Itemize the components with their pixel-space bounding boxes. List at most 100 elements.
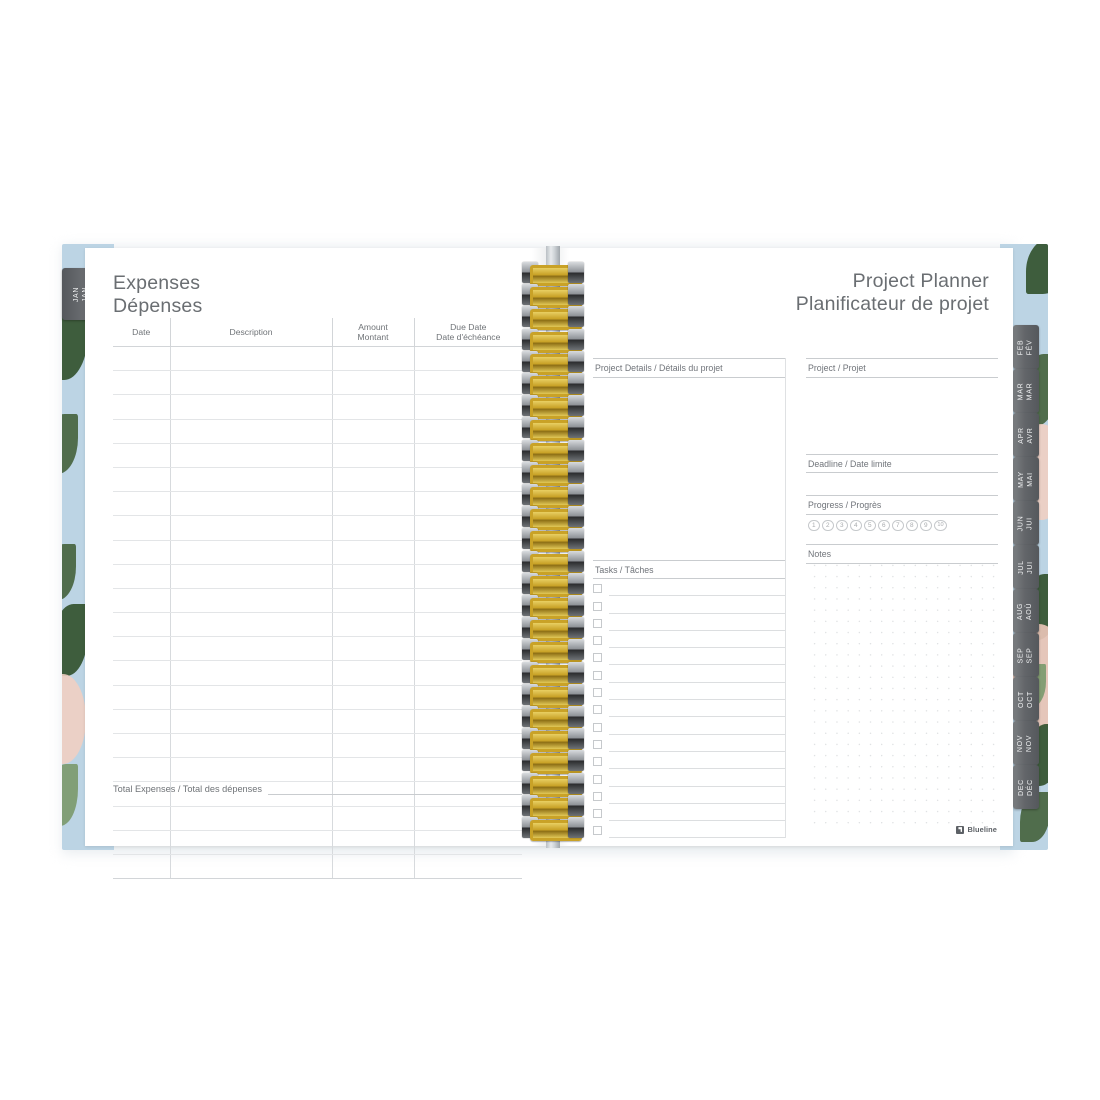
- month-tab-apr[interactable]: APR AVR: [1013, 413, 1039, 457]
- task-write-line[interactable]: [609, 581, 785, 597]
- notes-dot-grid-area[interactable]: [806, 563, 998, 826]
- table-cell[interactable]: [414, 709, 522, 735]
- table-cell[interactable]: [113, 685, 171, 710]
- table-row[interactable]: [113, 660, 522, 686]
- progress-step-4[interactable]: 4: [850, 519, 862, 531]
- progress-step-8[interactable]: 8: [906, 519, 918, 531]
- task-write-line[interactable]: [609, 599, 785, 614]
- table-cell[interactable]: [332, 612, 415, 638]
- task-checkbox[interactable]: [593, 826, 602, 836]
- table-cell[interactable]: [170, 733, 333, 759]
- table-cell[interactable]: [113, 733, 171, 759]
- table-row[interactable]: [113, 588, 522, 614]
- table-cell[interactable]: [332, 733, 415, 759]
- task-row[interactable]: [593, 648, 785, 666]
- table-cell[interactable]: [170, 588, 333, 614]
- table-cell[interactable]: [170, 394, 333, 420]
- table-cell[interactable]: [414, 346, 522, 372]
- table-cell[interactable]: [332, 830, 415, 855]
- task-checkbox[interactable]: [593, 670, 602, 680]
- table-cell[interactable]: [113, 419, 171, 444]
- progress-step-6[interactable]: 6: [878, 519, 890, 531]
- table-cell[interactable]: [170, 540, 333, 565]
- task-row[interactable]: [593, 821, 785, 839]
- task-write-line[interactable]: [609, 772, 785, 787]
- table-cell[interactable]: [170, 806, 333, 831]
- table-cell[interactable]: [332, 443, 415, 468]
- table-row[interactable]: [113, 612, 522, 638]
- table-cell[interactable]: [414, 443, 522, 468]
- task-row[interactable]: [593, 717, 785, 735]
- project-details-write-area[interactable]: [593, 378, 785, 560]
- table-cell[interactable]: [170, 346, 333, 372]
- table-cell[interactable]: [332, 854, 415, 880]
- table-cell[interactable]: [170, 709, 333, 735]
- table-cell[interactable]: [332, 346, 415, 372]
- month-tab-jul[interactable]: JUL JUI: [1013, 545, 1039, 589]
- table-cell[interactable]: [170, 564, 333, 589]
- table-cell[interactable]: [414, 540, 522, 565]
- task-checkbox[interactable]: [593, 618, 602, 628]
- table-row[interactable]: [113, 733, 522, 759]
- table-row[interactable]: [113, 346, 522, 372]
- table-cell[interactable]: [113, 636, 171, 662]
- task-write-line[interactable]: [609, 823, 785, 839]
- table-cell[interactable]: [414, 612, 522, 638]
- task-write-line[interactable]: [609, 616, 785, 631]
- progress-step-5[interactable]: 5: [864, 519, 876, 531]
- table-cell[interactable]: [414, 660, 522, 686]
- task-row[interactable]: [593, 700, 785, 718]
- month-tab-oct[interactable]: OCT OCT: [1013, 677, 1039, 721]
- table-cell[interactable]: [113, 660, 171, 686]
- task-write-line[interactable]: [609, 685, 785, 701]
- table-cell[interactable]: [113, 564, 171, 589]
- table-cell[interactable]: [414, 515, 522, 541]
- table-row[interactable]: [113, 636, 522, 662]
- table-cell[interactable]: [332, 467, 415, 493]
- task-write-line[interactable]: [609, 633, 785, 649]
- table-cell[interactable]: [332, 588, 415, 614]
- task-row[interactable]: [593, 735, 785, 752]
- table-cell[interactable]: [170, 419, 333, 444]
- task-write-line[interactable]: [609, 668, 785, 683]
- table-cell[interactable]: [170, 612, 333, 638]
- table-cell[interactable]: [170, 515, 333, 541]
- progress-step-9[interactable]: 9: [920, 519, 932, 531]
- table-cell[interactable]: [332, 419, 415, 444]
- table-row[interactable]: [113, 854, 522, 880]
- task-checkbox[interactable]: [593, 739, 602, 749]
- table-row[interactable]: [113, 515, 522, 541]
- table-cell[interactable]: [170, 757, 333, 783]
- progress-step-1[interactable]: 1: [808, 519, 820, 531]
- table-cell[interactable]: [113, 588, 171, 614]
- progress-step-10[interactable]: 10: [934, 519, 947, 531]
- table-row[interactable]: [113, 394, 522, 420]
- task-checkbox[interactable]: [593, 722, 602, 732]
- table-cell[interactable]: [113, 346, 171, 372]
- table-row[interactable]: [113, 564, 522, 589]
- task-checkbox[interactable]: [593, 601, 602, 611]
- table-cell[interactable]: [414, 564, 522, 589]
- table-cell[interactable]: [113, 394, 171, 420]
- task-write-line[interactable]: [609, 720, 785, 735]
- table-cell[interactable]: [332, 685, 415, 710]
- task-checkbox[interactable]: [593, 757, 602, 767]
- table-cell[interactable]: [414, 588, 522, 614]
- table-cell[interactable]: [414, 636, 522, 662]
- table-cell[interactable]: [332, 394, 415, 420]
- table-row[interactable]: [113, 443, 522, 468]
- task-write-line[interactable]: [609, 789, 785, 804]
- table-row[interactable]: [113, 467, 522, 493]
- task-row[interactable]: [593, 769, 785, 787]
- task-checkbox[interactable]: [593, 791, 602, 801]
- table-row[interactable]: [113, 685, 522, 710]
- task-write-line[interactable]: [609, 754, 785, 770]
- table-cell[interactable]: [332, 806, 415, 831]
- progress-step-3[interactable]: 3: [836, 519, 848, 531]
- task-checkbox[interactable]: [593, 809, 602, 819]
- table-cell[interactable]: [170, 636, 333, 662]
- table-cell[interactable]: [332, 636, 415, 662]
- project-write-area[interactable]: [806, 378, 998, 454]
- progress-step-2[interactable]: 2: [822, 519, 834, 531]
- table-cell[interactable]: [113, 491, 171, 517]
